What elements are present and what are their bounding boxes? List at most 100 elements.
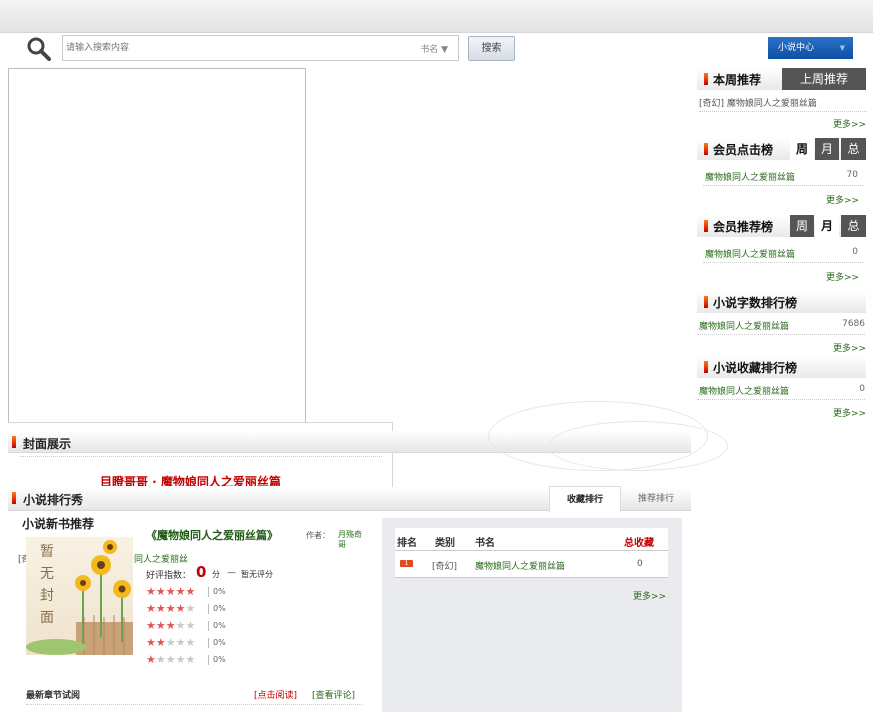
section-title: 本周推荐 — [713, 73, 762, 87]
star-icon: ★ — [175, 653, 186, 666]
list-item[interactable]: 魔物娘同人之爱丽丝篇 0 — [705, 247, 858, 260]
user-center-button[interactable]: 小说中心 ▼ — [768, 37, 853, 59]
list-item-value: 0 — [852, 247, 858, 257]
tab-total[interactable]: 总 — [841, 215, 866, 237]
column-header: 书名 — [475, 538, 495, 549]
star-icon: ★ — [165, 585, 176, 598]
rating-percent: 0% — [213, 621, 226, 630]
tab-month[interactable]: 月 — [815, 215, 839, 237]
tab-favorites-ranking[interactable]: 收藏排行 — [549, 486, 621, 512]
star-icon: ★ — [175, 619, 186, 632]
side-fragment: 同人之爱丽丝 — [134, 555, 189, 565]
list-item[interactable]: 魔物娘同人之爱丽丝篇 0 — [699, 384, 865, 397]
star-rating-icon: ★★★★★ — [146, 603, 195, 615]
latest-chapter-label: 最新章节试阅 — [26, 691, 81, 701]
tab-month[interactable]: 月 — [815, 138, 839, 160]
table-cell-name[interactable]: 魔物娘同人之爱丽丝篇 — [475, 559, 565, 572]
column-header: 总收藏 — [624, 538, 654, 549]
score-dash: — — [227, 568, 236, 578]
list-item-label: 魔物娘同人之爱丽丝篇 — [705, 250, 796, 260]
section-marker — [704, 143, 708, 155]
list-item-label: 魔物娘同人之爱丽丝篇 — [699, 322, 790, 332]
section-title: 封面展示 — [23, 437, 72, 451]
section-marker — [704, 73, 708, 85]
star-rating-icon: ★★★★★ — [146, 620, 195, 632]
cover-marquee[interactable]: 目瞪哥哥 · 魔物娘同人之爱丽丝篇 — [100, 475, 281, 486]
cover-frame — [8, 68, 306, 423]
star-icon: ★ — [185, 602, 196, 615]
divider — [697, 334, 865, 335]
rating-percent: 0% — [213, 587, 226, 596]
divider — [703, 262, 863, 263]
list-item-value: 0 — [859, 384, 865, 394]
more-link[interactable]: 更多>> — [633, 589, 666, 602]
star-icon: ★ — [146, 585, 156, 598]
star-icon: ★ — [155, 653, 166, 666]
search-box: 书名 ▼ — [62, 35, 459, 61]
tab-week[interactable]: 周 — [790, 138, 814, 160]
score-unit: 分 — [212, 570, 220, 579]
search-input[interactable] — [63, 36, 403, 60]
tab-recommend-ranking[interactable]: 推荐排行 — [621, 487, 691, 512]
tab-week[interactable]: 周 — [790, 215, 814, 237]
member-recommend-header: 会员推荐榜 周 月 总 — [697, 215, 866, 237]
rating-percent: 0% — [213, 655, 226, 664]
list-item[interactable]: 魔物娘同人之爱丽丝篇 70 — [705, 170, 858, 183]
star-icon: ★ — [185, 636, 196, 649]
separator — [208, 655, 209, 665]
tab-total[interactable]: 总 — [841, 138, 866, 160]
new-book-title: 小说新书推荐 — [22, 517, 95, 531]
search-type-select[interactable]: 书名 ▼ — [420, 42, 448, 55]
section-title: 小说收藏排行榜 — [713, 361, 798, 375]
rating-percent: 0% — [213, 604, 226, 613]
separator — [208, 638, 209, 648]
tab-last-week[interactable]: 上周推荐 — [782, 68, 866, 90]
cover-placeholder-char: 暂 — [40, 544, 54, 560]
list-item[interactable]: 魔物娘同人之爱丽丝篇 7686 — [699, 319, 865, 332]
star-rating-icon: ★★★★★ — [146, 637, 195, 649]
list-item[interactable]: [奇幻] 魔物娘同人之爱丽丝篇 — [699, 96, 867, 109]
star-icon: ★ — [175, 602, 186, 615]
star-icon: ★ — [155, 602, 166, 615]
more-link[interactable]: 更多>> — [833, 117, 866, 130]
column-header: 类别 — [435, 538, 455, 549]
search-icon[interactable] — [26, 36, 52, 62]
column-header: 排名 — [397, 538, 417, 549]
cover-placeholder-char: 封 — [40, 588, 54, 604]
section-marker — [704, 361, 708, 373]
more-link[interactable]: 更多>> — [833, 406, 866, 419]
more-link[interactable]: 更多>> — [833, 341, 866, 354]
score-label: 好评指数： — [146, 571, 192, 581]
rank-badge: 1 — [400, 560, 413, 567]
list-item-value: 7686 — [842, 319, 865, 329]
more-link[interactable]: 更多>> — [826, 193, 859, 206]
comment-link[interactable]: [查看评论] — [312, 688, 355, 701]
cover-placeholder-char: 面 — [40, 610, 54, 626]
score-value: 0 — [196, 563, 207, 581]
section-marker — [704, 220, 708, 232]
book-cover-image[interactable]: 暂 无 封 面 — [26, 537, 133, 655]
star-icon: ★ — [155, 585, 166, 598]
book-title-link[interactable]: 《魔物娘同人之爱丽丝篇》 — [146, 527, 278, 543]
list-item-label: 魔物娘同人之爱丽丝篇 — [705, 173, 796, 183]
read-link[interactable]: [点击阅读] — [254, 688, 297, 701]
author-link[interactable]: 月殇奇哥 — [338, 530, 362, 550]
rating-percent: 0% — [213, 638, 226, 647]
star-icon: ★ — [155, 636, 166, 649]
divider — [26, 704, 362, 705]
divider — [20, 456, 382, 457]
top-bar — [0, 0, 873, 33]
list-item-label: [奇幻] 魔物娘同人之爱丽丝篇 — [699, 99, 817, 109]
star-icon: ★ — [175, 585, 186, 598]
table-cell-total: 0 — [637, 559, 643, 569]
section-title: 会员推荐榜 — [713, 220, 774, 234]
separator — [208, 621, 209, 631]
separator — [208, 587, 209, 597]
star-icon: ★ — [185, 653, 196, 666]
cover-display-header: 封面展示 — [8, 401, 728, 471]
search-button[interactable]: 搜索 — [468, 36, 515, 61]
star-rating-icon: ★★★★★ — [146, 586, 195, 598]
more-link[interactable]: 更多>> — [826, 270, 859, 283]
star-icon: ★ — [185, 585, 196, 598]
author-label: 作者： — [306, 531, 330, 540]
